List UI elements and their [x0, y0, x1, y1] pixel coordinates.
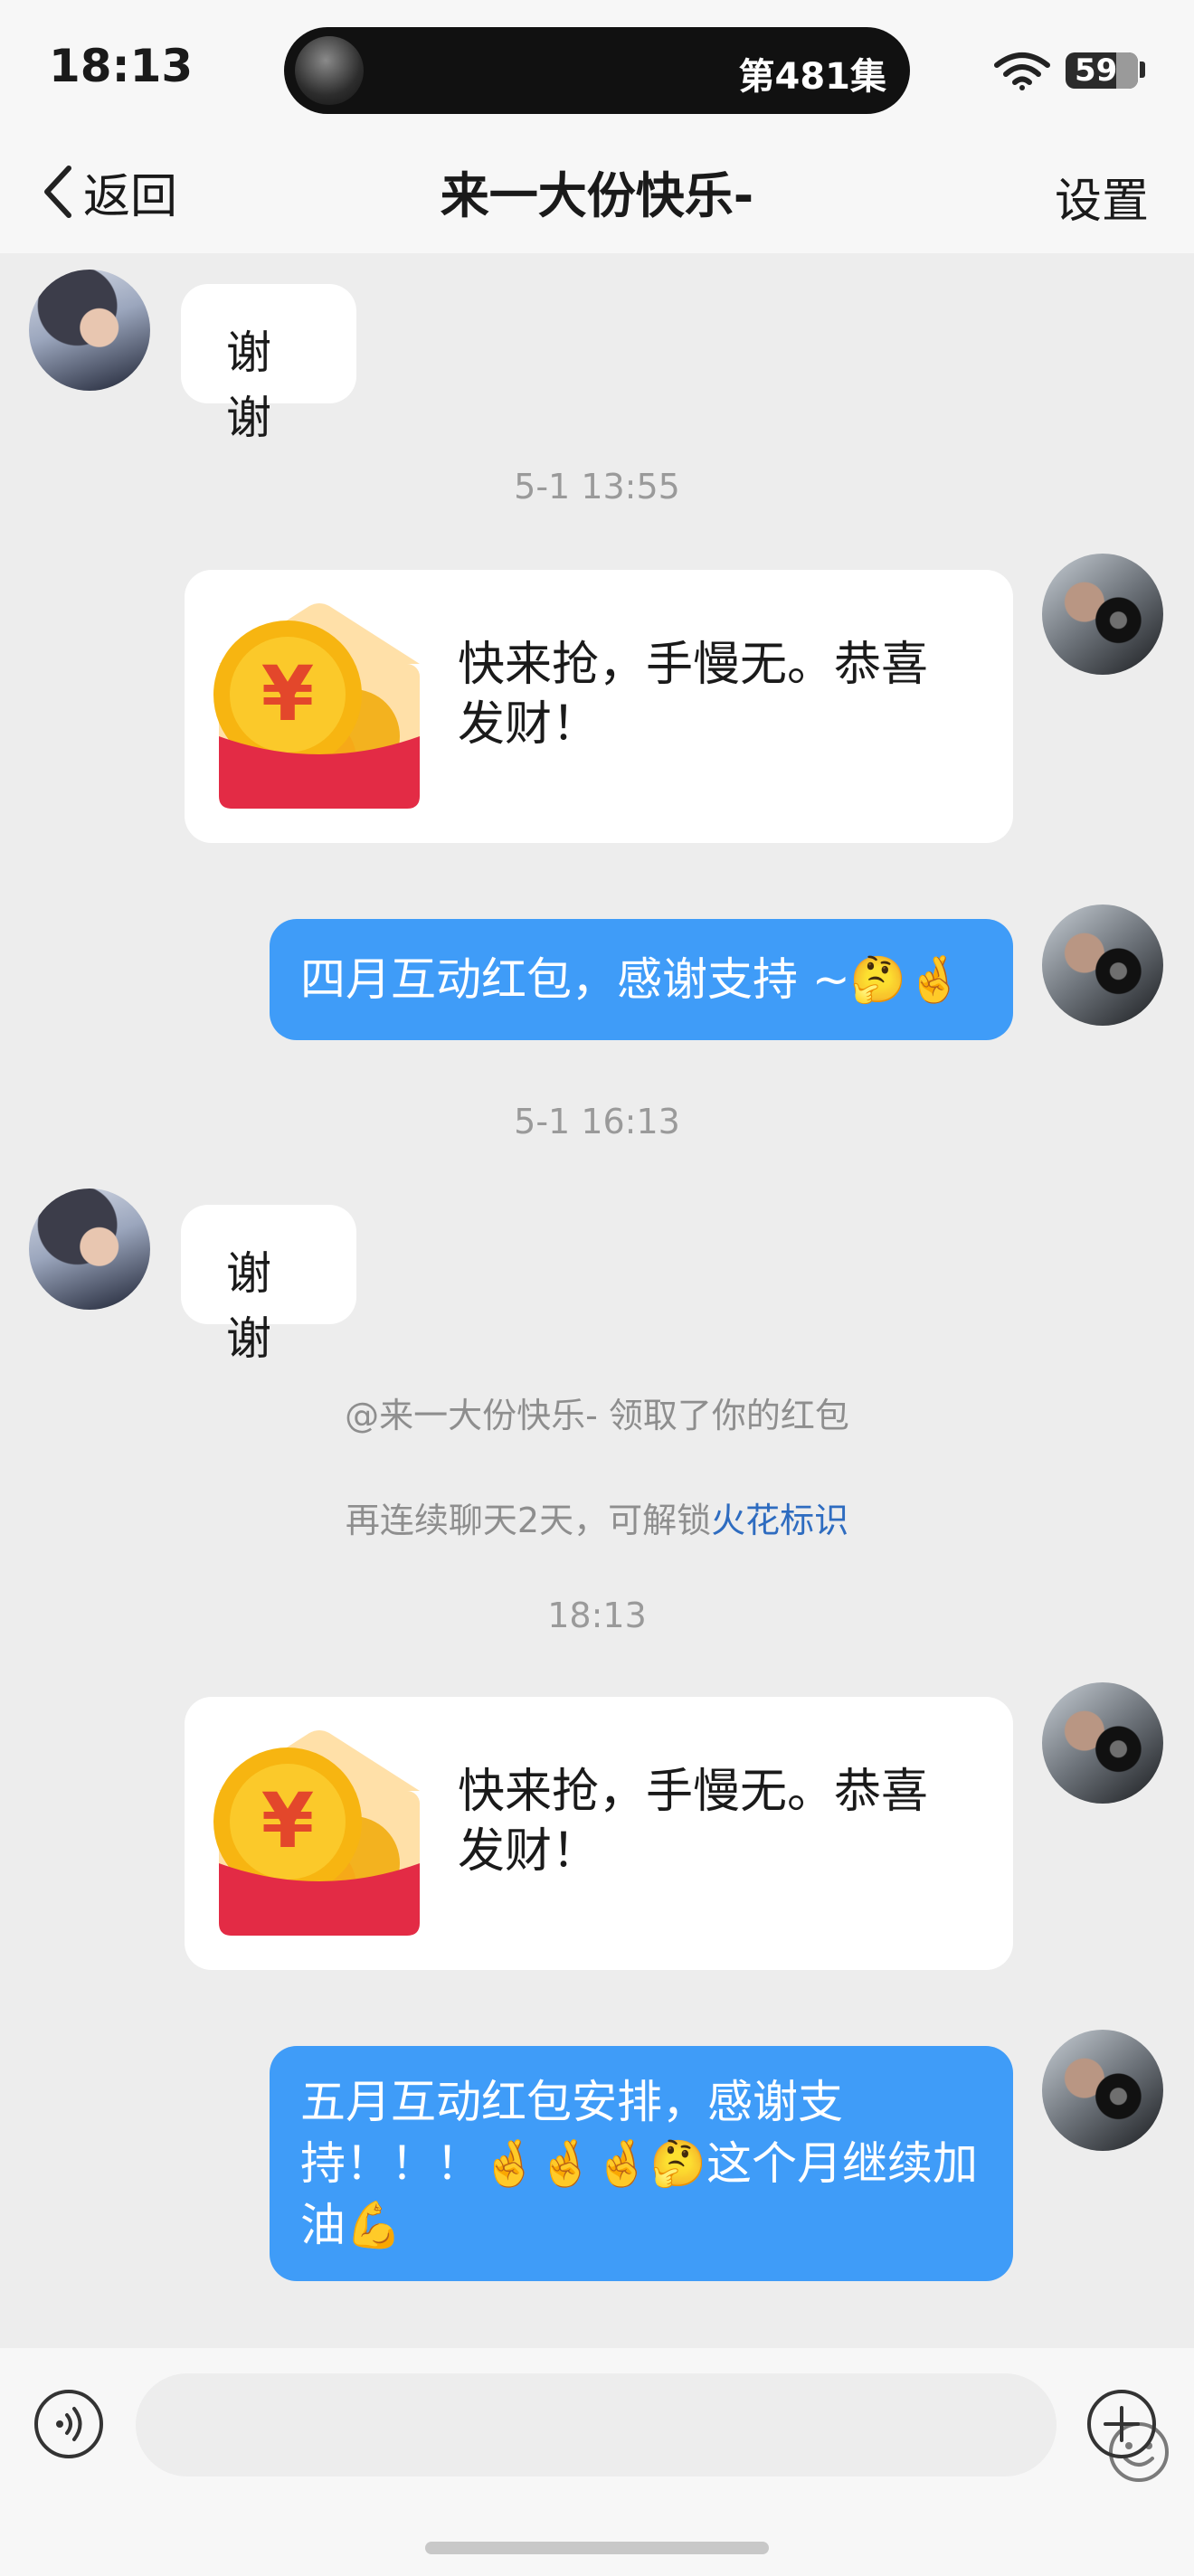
plus-icon	[1104, 2406, 1140, 2442]
live-activity-text: 第481集	[738, 56, 887, 98]
my-avatar[interactable]	[1042, 904, 1163, 1026]
home-indicator[interactable]	[425, 2542, 769, 2554]
dynamic-island[interactable]: 第481集	[284, 27, 910, 114]
outgoing-message[interactable]: 五月互动红包安排，感谢支持！！！🤞🤞🤞🤔这个月继续加油💪	[270, 2046, 1013, 2281]
timestamp: 5-1 16:13	[514, 1102, 680, 1141]
status-time: 18:13	[49, 40, 194, 92]
wifi-icon	[994, 52, 1050, 90]
spark-badge-link[interactable]: 火花标识	[711, 1501, 848, 1540]
message-text: 四月互动红包，感谢支持 ~🤔🤞	[300, 953, 963, 1006]
timestamp: 18:13	[547, 1596, 647, 1635]
message-text: 谢谢	[226, 327, 271, 444]
incoming-message[interactable]: 谢谢	[181, 1205, 356, 1365]
nav-bar: 返回 来一大份快乐- 设置	[0, 136, 1194, 253]
red-packet-text: 快来抢，手慢无。恭喜发财！	[458, 1765, 929, 1879]
chat-title: 来一大份快乐-	[440, 167, 754, 224]
battery-cap	[1140, 62, 1145, 78]
my-avatar[interactable]	[1042, 1682, 1163, 1804]
my-avatar[interactable]	[1042, 554, 1163, 675]
settings-button[interactable]: 设置	[1055, 163, 1149, 231]
red-packet-icon: ¥	[213, 1730, 420, 1936]
spark-notice-text: 再连续聊天2天，可解锁	[345, 1501, 712, 1540]
battery-level: 59	[1075, 52, 1118, 89]
outgoing-message[interactable]: 四月互动红包，感谢支持 ~🤔🤞	[270, 919, 1013, 1040]
spark-notice: 再连续聊天2天，可解锁火花标识	[0, 1492, 1194, 1542]
red-packet-card[interactable]: ¥ 快来抢，手慢无。恭喜发财！	[185, 570, 1013, 843]
status-bar: 18:13 第481集 59	[0, 0, 1194, 136]
message-input[interactable]	[136, 2373, 1169, 2482]
incoming-message[interactable]: 谢谢	[181, 284, 356, 444]
voice-icon	[56, 2407, 82, 2441]
red-packet-card[interactable]: ¥ 快来抢，手慢无。恭喜发财！	[185, 1697, 1013, 1970]
timestamp: 5-1 13:55	[514, 467, 680, 507]
message-text: 谢谢	[226, 1247, 271, 1365]
red-packet-text: 快来抢，手慢无。恭喜发财！	[458, 638, 929, 752]
svg-text:¥: ¥	[261, 1776, 314, 1865]
battery-icon: 59	[1066, 52, 1138, 89]
plus-button[interactable]	[1087, 2390, 1156, 2458]
contact-avatar[interactable]	[29, 1189, 150, 1310]
contact-avatar[interactable]	[29, 270, 150, 391]
my-avatar[interactable]	[1042, 2030, 1163, 2151]
live-activity-thumbnail	[295, 36, 364, 105]
red-packet-icon: ¥	[213, 603, 420, 809]
voice-button[interactable]	[34, 2390, 103, 2458]
svg-text:¥: ¥	[261, 649, 314, 738]
message-text: 五月互动红包安排，感谢支持！！！🤞🤞🤞🤔这个月继续加油💪	[300, 2076, 979, 2251]
system-notice: @来一大份快乐- 领取了你的红包	[345, 1396, 849, 1435]
